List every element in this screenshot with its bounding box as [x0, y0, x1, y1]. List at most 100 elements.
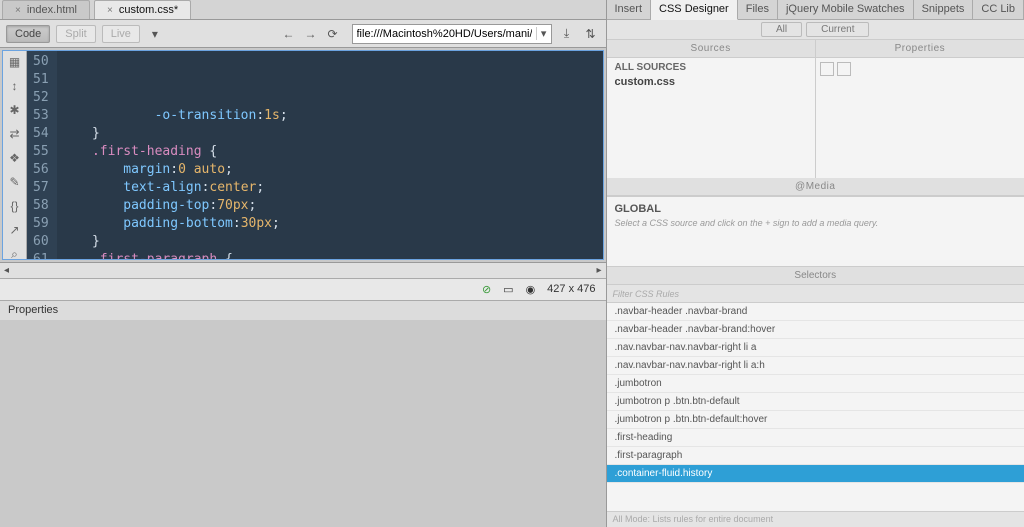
selector-item[interactable]: .nav.navbar-nav.navbar-right li a	[607, 339, 1024, 357]
line-number: 51	[33, 71, 49, 89]
code-view-button[interactable]: Code	[6, 25, 50, 43]
address-bar[interactable]: ▾	[352, 24, 552, 44]
view-toolbar: Code Split Live ▾ ← → ⟳ ▾ ⤓ ⇅	[0, 20, 606, 48]
globe-icon[interactable]: ◉	[526, 283, 536, 296]
tool-icon[interactable]: {}	[10, 199, 18, 213]
tool-icon[interactable]: ❖	[9, 151, 20, 165]
device-icon[interactable]: ▭	[503, 283, 513, 296]
line-number: 61	[33, 251, 49, 259]
chevron-down-icon[interactable]: ▾	[536, 27, 551, 40]
address-input[interactable]	[353, 28, 536, 40]
properties-title: Properties	[816, 40, 1024, 58]
sources-title: Sources	[607, 40, 815, 58]
filter-all[interactable]: All	[761, 22, 802, 37]
code-line[interactable]: padding-top:70px;	[61, 197, 599, 215]
scroll-left-icon[interactable]: ◂	[4, 265, 9, 276]
close-icon[interactable]: ×	[107, 5, 113, 16]
right-tab[interactable]: jQuery Mobile Swatches	[778, 0, 914, 19]
sort-icon[interactable]: ⇅	[582, 25, 600, 43]
selectors-list[interactable]: .navbar-header .navbar-brand.navbar-head…	[607, 303, 1024, 511]
right-panel-tabs: InsertCSS DesignerFilesjQuery Mobile Swa…	[607, 0, 1024, 20]
filter-placeholder: Filter CSS Rules	[613, 289, 680, 299]
line-number: 52	[33, 89, 49, 107]
horizontal-scrollbar[interactable]: ◂ ▸	[0, 262, 606, 278]
selector-item[interactable]: .jumbotron p .btn.btn-default:hover	[607, 411, 1024, 429]
forward-icon[interactable]: →	[302, 25, 320, 43]
tool-icon[interactable]: ⌕	[11, 247, 18, 260]
code-line[interactable]: }	[61, 233, 599, 251]
code-content[interactable]: 𝙸 -o-transition:1s; } .first-heading { m…	[57, 51, 603, 259]
selector-item[interactable]: .jumbotron	[607, 375, 1024, 393]
tool-icon[interactable]: ⇄	[9, 127, 19, 141]
selector-item[interactable]: .first-heading	[607, 429, 1024, 447]
selector-item[interactable]: .navbar-header .navbar-brand:hover	[607, 321, 1024, 339]
right-tab[interactable]: Insert	[607, 0, 652, 19]
reload-icon[interactable]: ⟳	[324, 25, 342, 43]
selectors-title: Selectors	[607, 267, 1024, 285]
editor-pane: × index.html × custom.css* Code Split Li…	[0, 0, 606, 527]
code-area[interactable]: 5051525354555657585960616263646566676869…	[27, 51, 603, 259]
live-view-button[interactable]: Live	[102, 25, 140, 43]
bottom-filler	[0, 320, 606, 527]
properties-body[interactable]	[816, 58, 1024, 178]
media-body[interactable]: GLOBAL Select a CSS source and click on …	[607, 196, 1024, 266]
back-icon[interactable]: ←	[280, 25, 298, 43]
sources-body[interactable]: ALL SOURCES custom.css	[607, 58, 815, 178]
line-number: 59	[33, 215, 49, 233]
text-icon[interactable]	[837, 62, 851, 76]
all-sources-heading: ALL SOURCES	[615, 62, 807, 73]
right-tab[interactable]: Files	[738, 0, 778, 19]
scroll-right-icon[interactable]: ▸	[596, 265, 601, 276]
tool-icon[interactable]: ▦	[9, 55, 20, 69]
line-numbers: 5051525354555657585960616263646566676869…	[27, 51, 57, 259]
code-line[interactable]: .first-paragraph {	[61, 251, 599, 259]
tool-icon[interactable]: ✱	[9, 103, 19, 117]
properties-column: Properties	[816, 40, 1024, 178]
properties-panel-header[interactable]: Properties	[0, 300, 606, 320]
line-number: 55	[33, 143, 49, 161]
filter-current[interactable]: Current	[806, 22, 869, 37]
line-number: 54	[33, 125, 49, 143]
selector-item[interactable]: .navbar-header .navbar-brand	[607, 303, 1024, 321]
right-tab[interactable]: CC Lib	[973, 0, 1024, 19]
layout-icon[interactable]	[820, 62, 834, 76]
right-tab[interactable]: Snippets	[914, 0, 974, 19]
line-number: 53	[33, 107, 49, 125]
code-line[interactable]: .first-heading {	[61, 143, 599, 161]
selector-item[interactable]: .nav.navbar-nav.navbar-right li a:h	[607, 357, 1024, 375]
viewport-dimensions: 427 x 476	[547, 283, 595, 295]
right-tab[interactable]: CSS Designer	[651, 0, 738, 20]
media-hint: Select a CSS source and click on the + s…	[615, 217, 1017, 229]
code-line[interactable]: padding-bottom:30px;	[61, 215, 599, 233]
tool-icon[interactable]: ✎	[9, 175, 19, 189]
download-icon[interactable]: ⤓	[558, 25, 576, 43]
tab-label: index.html	[27, 4, 77, 16]
selector-item[interactable]: .container-fluid.history	[607, 465, 1024, 483]
tool-icon[interactable]: ↗	[9, 223, 19, 237]
sources-properties-row: Sources ALL SOURCES custom.css Propertie…	[607, 40, 1024, 178]
source-file-item[interactable]: custom.css	[615, 76, 807, 88]
code-line[interactable]: text-align:center;	[61, 179, 599, 197]
line-number: 50	[33, 53, 49, 71]
nav-arrows: ← → ⟳	[280, 25, 342, 43]
tab-index[interactable]: × index.html	[2, 0, 90, 19]
code-line[interactable]: -o-transition:1s;	[61, 107, 599, 125]
selectors-panel: Selectors Filter CSS Rules .navbar-heade…	[607, 266, 1024, 527]
tool-icon[interactable]: ↕	[12, 79, 18, 93]
chevron-down-icon[interactable]: ▾	[146, 25, 164, 43]
media-global[interactable]: GLOBAL	[615, 203, 1017, 215]
selectors-filter-input[interactable]: Filter CSS Rules	[607, 285, 1024, 303]
media-title: @Media	[607, 178, 1024, 196]
split-view-button[interactable]: Split	[56, 25, 95, 43]
check-icon[interactable]: ⊘	[482, 283, 491, 296]
close-icon[interactable]: ×	[15, 5, 21, 16]
selector-item[interactable]: .first-paragraph	[607, 447, 1024, 465]
line-number: 57	[33, 179, 49, 197]
filter-row: All Current	[607, 20, 1024, 40]
css-designer-pane: InsertCSS DesignerFilesjQuery Mobile Swa…	[606, 0, 1024, 527]
status-bar: ⊘ ▭ ◉ 427 x 476	[0, 278, 606, 300]
tab-custom-css[interactable]: × custom.css*	[94, 0, 191, 19]
selector-item[interactable]: .jumbotron p .btn.btn-default	[607, 393, 1024, 411]
code-line[interactable]: }	[61, 125, 599, 143]
code-line[interactable]: margin:0 auto;	[61, 161, 599, 179]
